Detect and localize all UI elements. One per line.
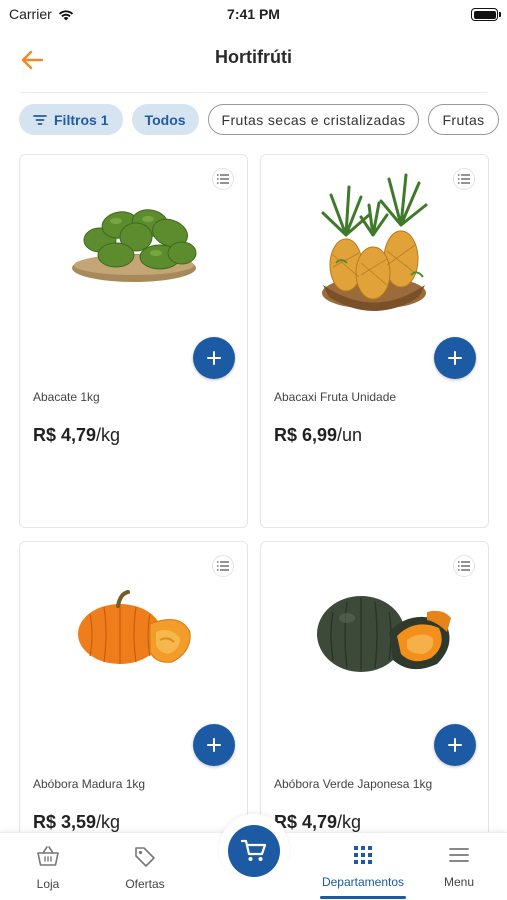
price-amount: R$ 4,79 xyxy=(274,812,338,832)
filters-count: 1 xyxy=(100,111,109,128)
chip-frutas-secas[interactable]: Frutas secas e cristalizadas xyxy=(207,104,420,135)
nav-item-loja[interactable]: Loja xyxy=(3,845,93,891)
nav-label: Ofertas xyxy=(125,877,165,891)
nav-label: Menu xyxy=(443,875,475,889)
product-price: R$ 6,99/un xyxy=(274,425,362,446)
product-name: Abóbora Verde Japonesa 1kg xyxy=(274,777,433,791)
add-to-cart-button[interactable] xyxy=(434,337,476,379)
product-price: R$ 4,79/kg xyxy=(274,812,361,833)
product-price: R$ 4,79/kg xyxy=(33,425,120,446)
product-card[interactable]: Abacate 1kg R$ 4,79/kg xyxy=(19,154,248,528)
nav-label: Loja xyxy=(36,877,60,891)
plus-icon xyxy=(448,351,462,365)
product-image-green-pumpkin xyxy=(317,596,451,672)
price-unit: /un xyxy=(337,425,363,445)
plus-icon xyxy=(207,738,221,752)
price-amount: R$ 6,99 xyxy=(274,425,338,445)
hamburger-icon xyxy=(449,848,469,862)
add-to-cart-button[interactable] xyxy=(193,337,235,379)
chip-todos[interactable]: Todos xyxy=(131,104,199,135)
add-to-cart-button[interactable] xyxy=(434,724,476,766)
price-unit: /kg xyxy=(96,812,121,832)
filters-label: Filtros xyxy=(54,111,97,128)
filter-chips: Filtros 1 Todos Frutas secas e cristaliza… xyxy=(19,104,507,136)
product-price: R$ 3,59/kg xyxy=(33,812,120,833)
product-image-pineapple xyxy=(321,173,428,311)
nav-item-ofertas[interactable]: Ofertas xyxy=(100,845,190,891)
product-image-avocado xyxy=(72,209,197,282)
product-card[interactable]: Abacaxi Fruta Unidade R$ 6,99/un xyxy=(260,154,489,528)
plus-icon xyxy=(207,351,221,365)
product-name: Abóbora Madura 1kg xyxy=(33,777,146,791)
nav-item-departamentos[interactable]: Departamentos xyxy=(318,845,408,889)
cart-icon xyxy=(241,839,267,861)
header: Hortifrúti xyxy=(0,38,507,84)
cart-button[interactable] xyxy=(228,825,280,877)
filter-icon xyxy=(33,114,47,125)
add-to-cart-button[interactable] xyxy=(193,724,235,766)
price-amount: R$ 3,59 xyxy=(33,812,97,832)
plus-icon xyxy=(448,738,462,752)
battery-icon xyxy=(471,8,501,21)
tag-icon xyxy=(135,847,155,867)
header-divider xyxy=(20,92,487,93)
page-title: Hortifrúti xyxy=(215,47,292,67)
basket-icon xyxy=(37,846,59,866)
nav-label: Departamentos xyxy=(321,875,405,889)
filters-chip[interactable]: Filtros 1 xyxy=(19,104,123,135)
price-amount: R$ 4,79 xyxy=(33,425,97,445)
product-name: Abacaxi Fruta Unidade xyxy=(274,390,397,404)
grid-icon xyxy=(354,846,372,864)
product-name: Abacate 1kg xyxy=(33,390,100,404)
nav-active-indicator xyxy=(320,896,406,899)
price-unit: /kg xyxy=(96,425,121,445)
nav-item-menu[interactable]: Menu xyxy=(414,845,504,889)
product-image-orange-pumpkin xyxy=(78,590,191,664)
status-time: 7:41 PM xyxy=(227,6,280,22)
status-bar: Carrier 7:41 PM xyxy=(0,0,507,30)
price-unit: /kg xyxy=(337,812,362,832)
chip-frutas[interactable]: Frutas xyxy=(428,104,499,135)
